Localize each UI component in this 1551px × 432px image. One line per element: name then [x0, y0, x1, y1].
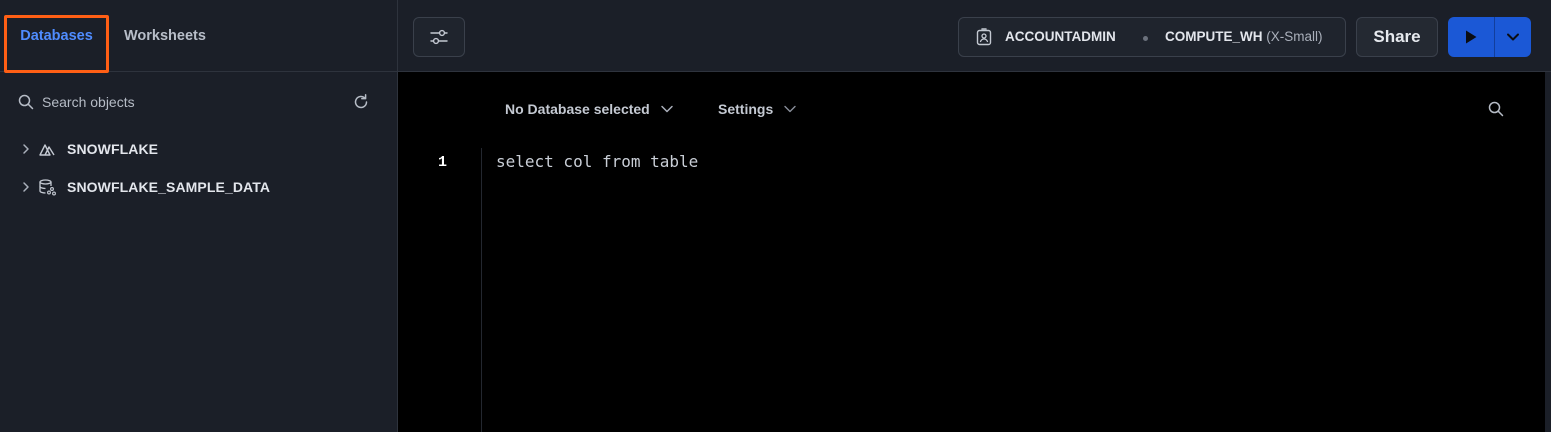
- database-selector-label: No Database selected: [505, 101, 650, 117]
- run-button[interactable]: [1448, 17, 1494, 57]
- chevron-down-icon: [660, 105, 673, 113]
- sliders-icon: [430, 29, 448, 45]
- chevron-right-icon[interactable]: [20, 142, 32, 156]
- separator-dot: [1143, 36, 1148, 41]
- play-icon: [1466, 30, 1477, 44]
- warehouse-size: (X-Small): [1266, 29, 1323, 44]
- chevron-right-icon[interactable]: [20, 180, 32, 194]
- shared-database-icon: [39, 179, 56, 196]
- settings-label: Settings: [718, 101, 774, 117]
- settings-dropdown[interactable]: Settings: [718, 98, 797, 120]
- tab-worksheets-label: Worksheets: [124, 28, 206, 44]
- line-number: 1: [438, 154, 448, 171]
- warehouse-label: COMPUTE_WH (X-Small): [1165, 29, 1323, 44]
- search-icon[interactable]: [1488, 101, 1504, 117]
- chevron-down-icon: [784, 105, 796, 113]
- refresh-icon[interactable]: [352, 93, 370, 111]
- tab-databases[interactable]: Databases: [4, 0, 109, 73]
- gutter-divider: [481, 148, 482, 432]
- code-line[interactable]: select col from table: [496, 152, 698, 171]
- share-button[interactable]: Share: [1356, 17, 1438, 57]
- object-explorer-sidebar: Databases Worksheets Search objects SNOW…: [0, 0, 398, 432]
- tab-worksheets[interactable]: Worksheets: [124, 0, 206, 72]
- search-objects-input[interactable]: [42, 90, 332, 114]
- search-objects-row: [0, 86, 397, 118]
- sql-editor[interactable]: No Database selected Settings 1 select c…: [398, 72, 1545, 432]
- role-badge-icon: [976, 28, 992, 46]
- sidebar-tabs: Databases Worksheets: [0, 0, 397, 73]
- snowflake-db-icon: [39, 144, 55, 156]
- run-button-group: [1448, 17, 1531, 57]
- tree-item-label: SNOWFLAKE: [67, 141, 159, 157]
- database-selector-dropdown[interactable]: No Database selected: [505, 98, 674, 120]
- filter-settings-button[interactable]: [413, 17, 465, 57]
- tree-item-snowflake-sample-data[interactable]: SNOWFLAKE_SAMPLE_DATA: [0, 172, 397, 202]
- highlight-box: [4, 15, 109, 73]
- chevron-down-icon: [1507, 33, 1519, 41]
- role-name: ACCOUNTADMIN: [1005, 29, 1116, 44]
- run-options-dropdown[interactable]: [1495, 17, 1531, 57]
- tree-item-label: SNOWFLAKE_SAMPLE_DATA: [67, 179, 271, 195]
- search-icon: [18, 94, 34, 110]
- warehouse-name: COMPUTE_WH: [1165, 29, 1263, 44]
- tree-item-snowflake[interactable]: SNOWFLAKE: [0, 134, 397, 164]
- scrollbar-track[interactable]: [1545, 72, 1551, 432]
- worksheet-header: ACCOUNTADMIN COMPUTE_WH (X-Small) Share: [398, 0, 1551, 72]
- snowflake-worksheet-app: Databases Worksheets Search objects SNOW…: [0, 0, 1551, 432]
- role-warehouse-selector[interactable]: ACCOUNTADMIN COMPUTE_WH (X-Small): [958, 17, 1346, 57]
